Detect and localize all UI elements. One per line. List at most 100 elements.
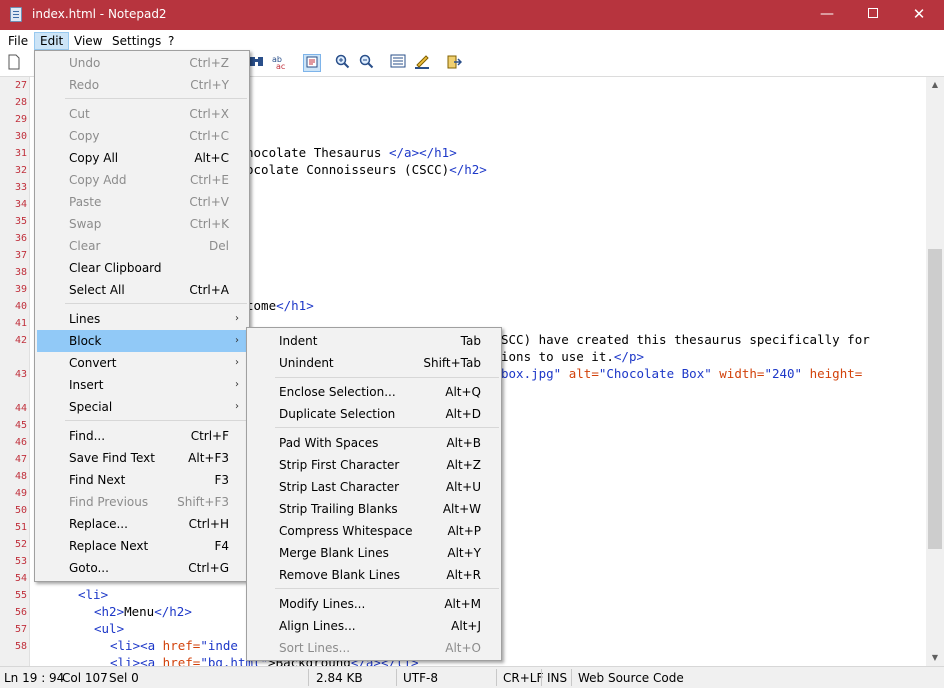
edit-menu-item-special[interactable]: Special › [37, 396, 247, 418]
block-menu-item-compress-whitespace[interactable]: Compress Whitespace Alt+P [249, 520, 499, 542]
block-menu-item-strip-first-character[interactable]: Strip First Character Alt+Z [249, 454, 499, 476]
edit-menu-item-find-previous[interactable]: Find Previous Shift+F3 [37, 491, 247, 513]
edit-menu: Undo Ctrl+Z Redo Ctrl+Y Cut Ctrl+X Copy Ctrl+C C… [34, 50, 250, 582]
menu-item-shortcut: Alt+Q [445, 385, 481, 399]
edit-menu-item-copy-all[interactable]: Copy All Alt+C [37, 147, 247, 169]
menu-item-label: Block [69, 334, 102, 348]
maximize-button[interactable] [850, 0, 896, 30]
code-tag: </p> [613, 349, 644, 364]
edit-menu-item-select-all[interactable]: Select All Ctrl+A [37, 279, 247, 301]
block-menu-item-modify-lines[interactable]: Modify Lines... Alt+M [249, 593, 499, 615]
block-menu-item-align-lines[interactable]: Align Lines... Alt+J [249, 615, 499, 637]
menu-item-label: Copy [69, 129, 100, 143]
code-text: Menu [124, 604, 155, 619]
line-number: 30 [14, 131, 27, 142]
line-number: 29 [14, 114, 27, 125]
code-value: "240" [764, 366, 803, 381]
menu-separator [65, 420, 247, 421]
block-menu-item-merge-blank-lines[interactable]: Merge Blank Lines Alt+Y [249, 542, 499, 564]
edit-menu-item-replace[interactable]: Replace... Ctrl+H [37, 513, 247, 535]
status-encoding[interactable]: UTF-8 [403, 671, 438, 685]
menu-help[interactable]: ? [163, 32, 179, 50]
edit-menu-item-replace-next[interactable]: Replace Next F4 [37, 535, 247, 557]
status-insert-mode[interactable]: INS [547, 671, 567, 685]
line-number: 38 [14, 267, 27, 278]
menu-item-label: Clear Clipboard [69, 261, 162, 275]
zoom-out-icon[interactable] [358, 54, 376, 72]
zoom-in-icon[interactable] [334, 54, 352, 72]
line-number: 58 [14, 641, 27, 652]
menu-settings[interactable]: Settings [107, 32, 166, 50]
block-menu-item-unindent[interactable]: Unindent Shift+Tab [249, 352, 499, 374]
status-divider [571, 669, 572, 686]
vertical-scrollbar[interactable]: ▲ ▼ [926, 77, 944, 666]
edit-menu-item-undo[interactable]: Undo Ctrl+Z [37, 52, 247, 74]
menu-item-shortcut: Alt+J [451, 619, 481, 633]
edit-menu-item-swap[interactable]: Swap Ctrl+K [37, 213, 247, 235]
edit-menu-item-convert[interactable]: Convert › [37, 352, 247, 374]
menu-item-label: Special [69, 400, 113, 414]
block-menu-item-strip-last-character[interactable]: Strip Last Character Alt+U [249, 476, 499, 498]
edit-menu-item-cut[interactable]: Cut Ctrl+X [37, 103, 247, 125]
line-number: 33 [14, 182, 27, 193]
menu-file[interactable]: File [3, 32, 33, 50]
menu-item-shortcut: Ctrl+F [190, 429, 229, 443]
block-menu-item-duplicate-selection[interactable]: Duplicate Selection Alt+D [249, 403, 499, 425]
code-tag: <h2> [94, 604, 125, 619]
edit-menu-item-find[interactable]: Find... Ctrl+F [37, 425, 247, 447]
block-menu-item-strip-trailing-blanks[interactable]: Strip Trailing Blanks Alt+W [249, 498, 499, 520]
edit-menu-item-copy[interactable]: Copy Ctrl+C [37, 125, 247, 147]
menu-item-shortcut: Ctrl+A [189, 283, 229, 297]
status-line-endings[interactable]: CR+LF [503, 671, 543, 685]
menu-separator [275, 427, 499, 428]
edit-menu-item-insert[interactable]: Insert › [37, 374, 247, 396]
minimize-button[interactable]: — [804, 0, 850, 30]
block-menu-item-indent[interactable]: Indent Tab [249, 330, 499, 352]
edit-menu-item-paste[interactable]: Paste Ctrl+V [37, 191, 247, 213]
block-submenu: Indent Tab Unindent Shift+Tab Enclose Select… [246, 327, 502, 661]
svg-text:ac: ac [276, 62, 285, 70]
new-file-icon[interactable] [5, 54, 23, 72]
menu-separator [65, 303, 247, 304]
scrollbar-thumb[interactable] [928, 249, 942, 549]
edit-menu-item-clear-clipboard[interactable]: Clear Clipboard [37, 257, 247, 279]
window-title: index.html - Notepad2 [32, 7, 167, 21]
code-line-42: SCC) have created this thesaurus specifi… [501, 331, 870, 348]
menu-item-label: Compress Whitespace [279, 524, 413, 538]
code-line-42-wrap: ions to use it.</p> [501, 348, 644, 365]
customize-scheme-icon[interactable] [413, 54, 431, 72]
menu-item-shortcut: Alt+C [194, 151, 229, 165]
menu-item-label: Enclose Selection... [279, 385, 396, 399]
menu-edit[interactable]: Edit [34, 32, 70, 50]
wordwrap-icon[interactable] [303, 54, 321, 72]
menu-item-label: Find... [69, 429, 106, 443]
line-number: 50 [14, 505, 27, 516]
block-menu-item-enclose-selection[interactable]: Enclose Selection... Alt+Q [249, 381, 499, 403]
edit-menu-item-copy-add[interactable]: Copy Add Ctrl+E [37, 169, 247, 191]
edit-menu-item-lines[interactable]: Lines › [37, 308, 247, 330]
code-line-40: tome</h1> [246, 297, 314, 314]
replace-icon[interactable]: ab ac [270, 54, 288, 72]
menu-item-label: Modify Lines... [279, 597, 366, 611]
line-number: 34 [14, 199, 27, 210]
scroll-up-icon[interactable]: ▲ [926, 77, 944, 93]
edit-menu-item-redo[interactable]: Redo Ctrl+Y [37, 74, 247, 96]
edit-menu-item-clear[interactable]: Clear Del [37, 235, 247, 257]
favorites-icon[interactable] [445, 54, 463, 72]
edit-menu-item-find-next[interactable]: Find Next F3 [37, 469, 247, 491]
line-number: 52 [14, 539, 27, 550]
close-button[interactable]: ✕ [896, 0, 942, 30]
menu-view[interactable]: View [69, 32, 107, 50]
edit-menu-item-save-find-text[interactable]: Save Find Text Alt+F3 [37, 447, 247, 469]
block-menu-item-pad-with-spaces[interactable]: Pad With Spaces Alt+B [249, 432, 499, 454]
block-menu-item-remove-blank-lines[interactable]: Remove Blank Lines Alt+R [249, 564, 499, 586]
scroll-down-icon[interactable]: ▼ [926, 650, 944, 666]
edit-menu-item-goto[interactable]: Goto... Ctrl+G [37, 557, 247, 579]
menu-item-shortcut: Ctrl+K [189, 217, 229, 231]
block-menu-item-sort-lines[interactable]: Sort Lines... Alt+O [249, 637, 499, 659]
status-scheme[interactable]: Web Source Code [578, 671, 684, 685]
scheme-icon[interactable] [389, 54, 407, 72]
code-attr: href= [155, 638, 201, 653]
find-icon[interactable] [248, 54, 266, 72]
edit-menu-item-block[interactable]: Block › [37, 330, 247, 352]
